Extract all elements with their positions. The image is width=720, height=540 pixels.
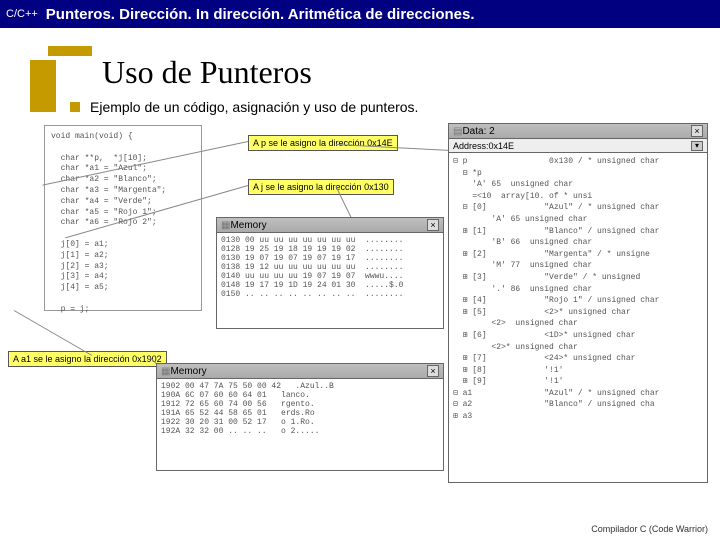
accent-bar-left	[30, 60, 56, 112]
bullet-icon	[70, 102, 80, 112]
callout-p: A p se le asigno la dirección 0x14E	[248, 135, 398, 151]
code-listing: void main(void) { char **p, *j[10]; char…	[44, 125, 202, 311]
subtitle-text: Ejemplo de un código, asignación y uso d…	[90, 99, 418, 115]
window-titlebar: ▤ Data: 2 ×	[448, 123, 708, 139]
list-icon: ▤	[453, 126, 462, 137]
window-title: Memory	[230, 220, 266, 231]
window-titlebar: ▦ Memory ×	[216, 217, 444, 233]
memory-dump: 1902 00 47 7A 75 50 00 42 .Azul..B 190A …	[156, 379, 444, 471]
memory-window-2: ▦ Memory × 1902 00 47 7A 75 50 00 42 .Az…	[156, 363, 444, 471]
grid-icon: ▦	[161, 366, 170, 377]
window-title: Memory	[170, 366, 206, 377]
callout-j: A j se le asigno la dirección 0x130	[248, 179, 394, 195]
subtitle-row: Ejemplo de un código, asignación y uso d…	[70, 99, 720, 115]
grid-icon: ▦	[221, 220, 230, 231]
address-value: Address:0x14E	[453, 141, 514, 151]
close-icon[interactable]: ×	[427, 219, 439, 231]
slide-title: Uso de Punteros	[30, 46, 720, 91]
header-title: Punteros. Dirección. In dirección. Aritm…	[46, 6, 475, 23]
memory-dump: 0130 00 uu uu uu uu uu uu uu ........ 01…	[216, 233, 444, 329]
accent-bar-top	[48, 46, 92, 56]
variable-tree: ⊟ p 0x130 / * unsigned char ⊟ *p 'A' 65 …	[448, 153, 708, 483]
content-stage: void main(void) { char **p, *j[10]; char…	[0, 123, 720, 483]
close-icon[interactable]: ×	[691, 125, 703, 137]
data-inspector-window: ▤ Data: 2 × Address:0x14E ▾ ⊟ p 0x130 / …	[448, 123, 708, 471]
dropdown-icon[interactable]: ▾	[691, 141, 703, 151]
title-block: Uso de Punteros	[30, 46, 720, 91]
lang-label: C/C++	[6, 8, 38, 20]
footer-caption: Compilador C (Code Warrior)	[591, 524, 708, 534]
memory-window-1: ▦ Memory × 0130 00 uu uu uu uu uu uu uu …	[216, 217, 444, 329]
window-titlebar: ▦ Memory ×	[156, 363, 444, 379]
address-bar: Address:0x14E ▾	[448, 139, 708, 153]
connector-line	[14, 310, 92, 356]
close-icon[interactable]: ×	[427, 365, 439, 377]
window-title: Data: 2	[462, 126, 494, 137]
header-bar: C/C++ Punteros. Dirección. In dirección.…	[0, 0, 720, 28]
